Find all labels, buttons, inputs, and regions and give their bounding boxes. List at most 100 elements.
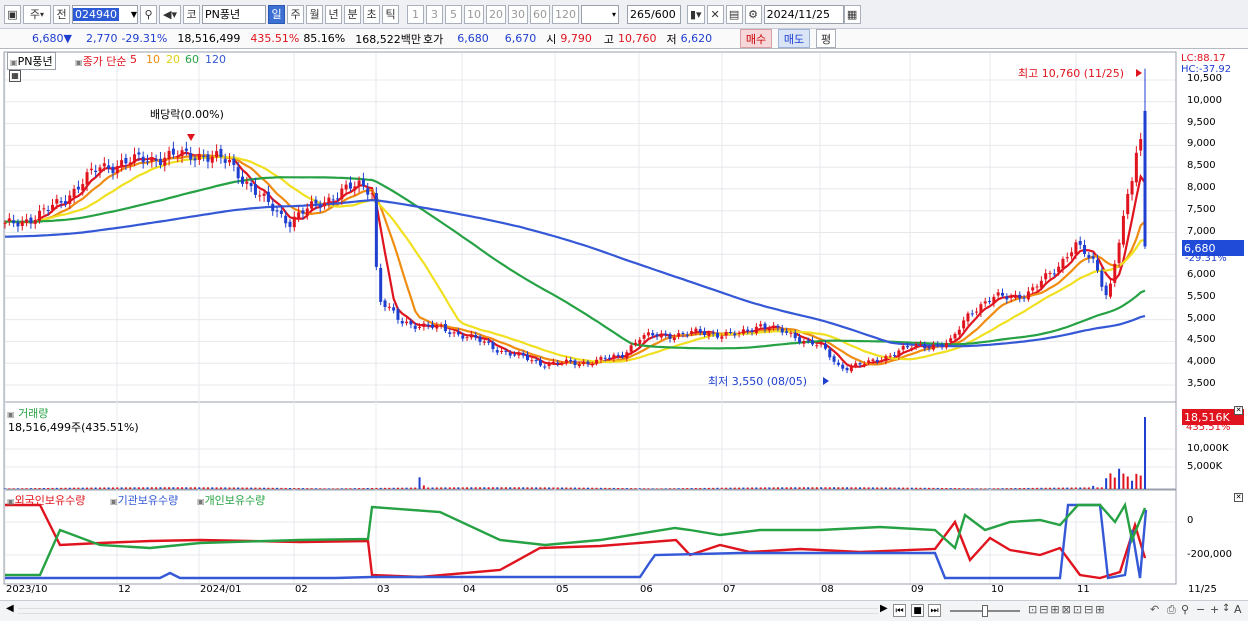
code-dropdown-icon[interactable]: ▼ [131,10,137,19]
price-tick-label: 7,000 [1187,225,1216,237]
candle-body [776,325,780,328]
period-week-button[interactable]: 주 [287,4,304,24]
high-label: 고 [603,32,614,46]
volume-bar [928,487,931,489]
cross-icon[interactable]: ✕ [706,4,724,24]
candle-body [107,165,111,169]
view-mode-icons[interactable]: ⊡⊟⊞⊠⊡⊟⊞ [1028,603,1107,616]
candle-body [310,201,314,209]
save-icon[interactable]: ▤ [725,4,743,24]
candle-body [137,152,141,155]
count-total: /600 [651,7,676,21]
scroll-left-icon[interactable]: ◀ [6,603,14,614]
zoom-out-icon[interactable]: − [1196,603,1205,616]
scroll-right-icon[interactable]: ▶ [880,603,888,614]
volume-bar [522,487,525,489]
fit-icon[interactable]: ↕ [1222,603,1230,614]
candle-body [759,324,763,327]
volume-bar [1066,487,1069,489]
undo-icon[interactable]: ↶ [1150,603,1159,616]
print-icon[interactable]: ⎙ [1167,603,1176,617]
market-select[interactable]: 주 ▾ [23,4,51,24]
stock-code-value: 024940 [73,7,119,21]
candle-body [72,188,76,198]
period-year-button[interactable]: 년 [325,4,342,24]
candle-body [836,362,840,365]
sound-icon[interactable]: ◀▾ [159,4,181,24]
zoom-icon[interactable]: ⚲ [1181,603,1189,616]
num-1-button[interactable]: 1 [407,4,424,24]
font-icon[interactable]: A [1234,603,1242,616]
candle-body [569,359,573,362]
volume-bar [371,487,374,489]
period-second-button[interactable]: 초 [363,4,380,24]
volume-bar [68,487,71,489]
volume-bar [16,488,19,489]
candle-body [461,335,465,339]
candle-body [767,329,771,331]
stock-code-input[interactable]: 024940 ▼ [72,4,138,24]
volume-bar [604,487,607,489]
candle-body [862,364,866,366]
volume-bar [38,488,41,489]
gear-icon[interactable]: ⚙ [744,4,762,24]
amount-value: 168,522백만 [355,32,421,46]
num-3-button[interactable]: 3 [426,4,443,24]
num-20-button[interactable]: 20 [486,4,506,24]
search-icon[interactable]: ⚲ [140,4,157,24]
candle-body [970,313,974,315]
next-page-icon[interactable]: ⏭ [928,604,941,617]
volume-bar [539,487,542,489]
volume-bar [77,487,80,489]
period-minute-button[interactable]: 분 [344,4,361,24]
candle-body [582,362,586,364]
stock-name-field[interactable]: PN풍년 [202,4,266,24]
candle-body [724,331,728,336]
calendar-icon[interactable]: ▦ [843,4,861,24]
num-30-button[interactable]: 30 [508,4,528,24]
period-day-button[interactable]: 일 [268,4,285,24]
candle-icon[interactable]: ▮▾ [687,4,705,24]
num-120-button[interactable]: 120 [552,4,579,24]
volume-bar [163,487,166,489]
holdings-close-icon[interactable]: ✕ [1234,493,1243,502]
volume-bar [919,487,922,489]
table-icon[interactable]: ▦ [9,70,21,82]
candle-body [906,346,909,348]
period-month-button[interactable]: 월 [306,4,323,24]
sell-button[interactable]: 매도 [778,29,810,48]
date-field[interactable]: 2024/11/25 [763,4,844,24]
num-10-button[interactable]: 10 [464,4,484,24]
candle-body [893,355,897,357]
candle-body [236,167,240,179]
num-60-button[interactable]: 60 [530,4,550,24]
candle-body [1022,297,1026,299]
eval-button[interactable]: 평 [816,29,836,48]
volume-bar [323,488,326,489]
zoom-slider-thumb[interactable] [982,605,988,617]
last-pct-label: -29.31% [1185,253,1227,264]
layout-icon[interactable]: ▣ [4,4,21,24]
buy-button[interactable]: 매수 [740,29,772,48]
candle-body [1044,273,1048,280]
candle-body [366,188,370,195]
candle-body [962,320,966,329]
price-chart-area[interactable] [0,50,1248,621]
volume-bar [599,487,602,489]
volume-bar [99,487,101,489]
volume-bar [306,488,309,489]
market-button[interactable]: 코 [183,4,200,24]
custom-period-select[interactable]: ▾ [581,4,619,24]
period-type-button[interactable]: 전 [53,4,70,24]
num-5-button[interactable]: 5 [445,4,462,24]
count-field[interactable]: 265/600 [627,4,681,24]
candle-body [988,301,992,303]
period-tick-button[interactable]: 틱 [382,4,399,24]
stock-name-box[interactable]: ▣PN풍년 [7,52,56,70]
scrollbar-track[interactable] [18,608,878,614]
first-page-icon[interactable]: ⏮ [893,604,906,617]
volume-close-icon[interactable]: ✕ [1234,406,1243,415]
zoom-in-icon[interactable]: + [1210,603,1219,616]
stop-icon[interactable]: ■ [911,604,924,617]
candle-body [802,341,806,344]
